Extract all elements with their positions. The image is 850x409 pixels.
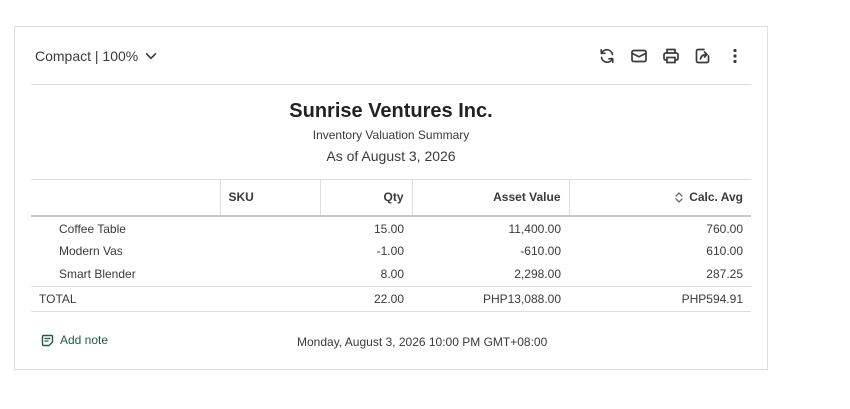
item-name-cell: Smart Blender [59, 267, 136, 281]
export-button[interactable] [687, 45, 719, 67]
table-row[interactable]: Modern Vas -1.00 -610.00 610.00 [31, 239, 751, 263]
asset-value-cell: 2,298.00 [514, 267, 561, 281]
report-title: Inventory Valuation Summary [312, 128, 470, 142]
report-card: Compact | 100% Sunrise Ventures Inc. Inv… [14, 26, 768, 370]
calc-avg-cell: 610.00 [706, 243, 743, 258]
calc-avg-cell: 287.25 [706, 267, 743, 281]
column-header-asset-value-label: Asset Value [493, 190, 561, 205]
export-icon [695, 48, 710, 64]
refresh-icon [600, 48, 614, 64]
email-button[interactable] [623, 45, 655, 67]
toolbar-actions [591, 45, 751, 67]
column-header-calc-avg[interactable]: Calc. Avg [568, 179, 751, 217]
column-header-calc-avg-label: Calc. Avg [689, 190, 743, 205]
sku-cell [220, 239, 320, 263]
report-header: Sunrise Ventures Inc. Inventory Valuatio… [15, 99, 767, 165]
table-row[interactable]: Smart Blender 8.00 2,298.00 287.25 [31, 263, 751, 287]
item-name-cell: Modern Vas [59, 243, 123, 258]
refresh-button[interactable] [591, 45, 623, 67]
report-date: As of August 3, 2026 [326, 148, 456, 164]
company-name: Sunrise Ventures Inc. [289, 100, 493, 122]
asset-value-cell: -610.00 [520, 243, 561, 258]
column-header-asset-value[interactable]: Asset Value [411, 179, 569, 217]
total-sku-cell [220, 285, 320, 312]
print-button[interactable] [655, 45, 687, 67]
more-icon [733, 48, 737, 64]
print-icon [663, 48, 679, 64]
qty-cell: -1.00 [376, 243, 404, 258]
column-header-sku-label: SKU [228, 190, 254, 205]
view-size-label: Compact | 100% [35, 48, 139, 64]
note-icon [41, 334, 54, 346]
qty-cell: 15.00 [373, 221, 404, 236]
total-row: TOTAL 22.00 PHP13,088.00 PHP594.91 [31, 285, 751, 312]
table-row[interactable]: Coffee Table 15.00 11,400.00 760.00 [31, 216, 751, 240]
total-qty: 22.00 [320, 285, 412, 312]
report-toolbar: Compact | 100% [31, 27, 751, 85]
table-header-row: SKU Qty Asset Value Calc. Avg [31, 179, 751, 217]
column-header-sku[interactable]: SKU [219, 179, 320, 217]
sku-cell [220, 263, 320, 287]
column-header-name[interactable] [31, 179, 220, 217]
total-calc-avg: PHP594.91 [569, 285, 751, 312]
inventory-table: SKU Qty Asset Value Calc. Avg Coffee Tab… [31, 179, 751, 312]
add-note-button[interactable]: Add note [41, 333, 108, 347]
report-timestamp: Monday, August 3, 2026 10:00 PM GMT+08:0… [297, 335, 548, 349]
email-icon [631, 49, 647, 63]
asset-value-cell: 11,400.00 [508, 221, 562, 236]
view-size-dropdown[interactable]: Compact | 100% [35, 45, 158, 67]
item-name-cell: Coffee Table [59, 221, 126, 236]
sku-cell [220, 216, 320, 240]
calc-avg-cell: 760.00 [706, 221, 743, 236]
report-footer: Add note Monday, August 3, 2026 10:00 PM… [15, 331, 767, 353]
chevron-down-icon [145, 53, 157, 60]
column-header-qty-label: Qty [383, 190, 404, 205]
column-header-qty[interactable]: Qty [319, 179, 412, 217]
total-asset-value: PHP13,088.00 [412, 285, 569, 312]
sort-icon [675, 192, 683, 203]
qty-cell: 8.00 [380, 267, 404, 281]
total-label: TOTAL [31, 285, 220, 312]
more-options-button[interactable] [719, 45, 751, 67]
add-note-label: Add note [60, 333, 109, 347]
